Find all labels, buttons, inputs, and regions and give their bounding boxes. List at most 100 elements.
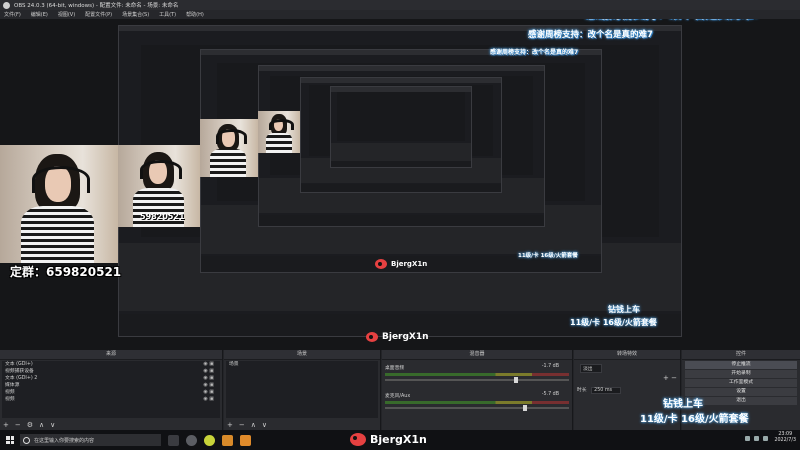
webcam-feed-echo-3 [258, 111, 300, 153]
obs-app-icon[interactable] [186, 434, 197, 446]
add-icon[interactable]: + [3, 421, 9, 429]
scenes-toolbar: + − ∧ ∨ [224, 419, 380, 430]
rocket-overlay-bottom: 11级/卡 16级/火箭套餐 [640, 414, 749, 425]
volume-slider[interactable] [385, 405, 569, 411]
eye-icon[interactable]: ◉ ▣ [203, 389, 214, 396]
duration-label: 时长 [577, 388, 587, 393]
menu-edit[interactable]: 编辑(E) [31, 11, 48, 18]
list-item[interactable]: 文本 (GDI+) 2 ◉ ▣ [2, 375, 220, 382]
duration-input[interactable]: 250 ms [591, 387, 621, 394]
eye-icon[interactable]: ◉ ▣ [203, 382, 214, 389]
volume-icon[interactable] [754, 435, 760, 441]
gear-icon[interactable]: ⚙ [27, 421, 33, 429]
eye-icon[interactable]: ◉ ▣ [203, 396, 214, 403]
weibo-overlay-echo-2: BjergX1n [366, 332, 429, 342]
eye-icon[interactable]: ◉ ▣ [203, 368, 214, 375]
docks-area: 来源 文本 (GDI+) ◉ ▣ 视频捕获设备 ◉ ▣ 文本 (GDI+) 2 ◉ ▣… [0, 350, 800, 430]
sources-toolbar: + − ⚙ ∧ ∨ [0, 419, 222, 430]
studio-mode-button[interactable]: 工作室模式 [685, 379, 797, 387]
add-icon[interactable]: + [227, 421, 233, 429]
menu-view[interactable]: 视图(V) [58, 11, 75, 18]
menu-file[interactable]: 文件(F) [4, 11, 21, 18]
webcam-feed-main [0, 145, 118, 263]
menu-scene-collection[interactable]: 场景集合(S) [122, 11, 149, 18]
channel-name: 桌面音频 [385, 366, 405, 371]
window-title: OBS 24.0.3 (64-bit, windows) - 配置文件: 未命名… [14, 3, 179, 9]
list-item[interactable]: 文本 (GDI+) ◉ ▣ [2, 361, 220, 368]
list-item[interactable]: 媒体源 ◉ ▣ [2, 382, 220, 389]
folder-app-icon[interactable] [240, 434, 251, 446]
eye-icon[interactable]: ◉ ▣ [203, 375, 214, 382]
browser-app-icon[interactable] [204, 434, 215, 446]
scenes-list: 场景 [226, 361, 378, 418]
transition-toolbar: + − [577, 374, 677, 382]
task-view-icon[interactable] [168, 434, 179, 446]
search-icon [23, 436, 30, 444]
weibo-name: BjergX1n [391, 260, 428, 268]
channel-db: -1.7 dB [541, 364, 559, 369]
thanks-overlay-echo-2: 感谢周榜支持：改个名是真的难7 [490, 49, 579, 56]
weibo-icon [366, 332, 378, 342]
move-up-icon[interactable]: ∧ [251, 421, 256, 429]
volume-slider[interactable] [385, 377, 569, 383]
weibo-icon [375, 259, 387, 269]
ime-icon[interactable] [763, 435, 769, 441]
volume-meter [385, 401, 569, 404]
weibo-name: BjergX1n [382, 332, 429, 342]
weibo-icon [350, 433, 366, 446]
list-item[interactable]: 视频 ◉ ▣ [2, 396, 220, 403]
preview-canvas[interactable]: 59820521 感谢周榜支持：改个名是真的难7 感谢周榜支持：改个名是真的难7… [0, 19, 800, 350]
weibo-overlay-echo: BjergX1n [375, 259, 427, 269]
move-up-icon[interactable]: ∧ [39, 421, 44, 429]
qq-group-echo: 59820521 [140, 212, 185, 221]
weibo-overlay-main: BjergX1n [350, 433, 427, 446]
move-down-icon[interactable]: ∨ [50, 421, 55, 429]
obs-logo-icon [3, 1, 10, 9]
thanks-overlay-main: 感谢周榜支持：改个名是真的难7 [585, 19, 761, 22]
list-item[interactable]: 场景 [226, 361, 378, 368]
list-item[interactable]: 视频 ◉ ▣ [2, 389, 220, 396]
list-item[interactable]: 视频捕获设备 ◉ ▣ [2, 368, 220, 375]
window-titlebar: OBS 24.0.3 (64-bit, windows) - 配置文件: 未命名… [0, 0, 800, 10]
scenes-dock: 场景 场景 + − ∧ ∨ [224, 350, 381, 430]
rocket-overlay-top: 钻钱上车 [663, 399, 703, 410]
thanks-overlay-echo-1: 感谢周榜支持：改个名是真的难7 [528, 30, 653, 40]
rocket-overlay-echo-top: 钻钱上车 [608, 305, 640, 314]
windows-start-icon[interactable] [6, 436, 14, 444]
mixer-dock: 混音器 桌面音频 -1.7 dB 麦克风/Aux -5.7 dB [382, 350, 573, 430]
sources-dock: 来源 文本 (GDI+) ◉ ▣ 视频捕获设备 ◉ ▣ 文本 (GDI+) 2 ◉ ▣… [0, 350, 223, 430]
rocket-overlay-echo-bottom: 11级/卡 16级/火箭套餐 [570, 318, 657, 327]
eye-icon[interactable]: ◉ ▣ [203, 361, 214, 368]
sources-list: 文本 (GDI+) ◉ ▣ 视频捕获设备 ◉ ▣ 文本 (GDI+) 2 ◉ ▣ 媒体… [2, 361, 220, 418]
network-icon[interactable] [745, 435, 751, 441]
mixer-channel-desktop: 桌面音频 -1.7 dB [385, 364, 569, 383]
rocket-overlay-echo-small: 11级/卡 16级/火箭套餐 [518, 253, 578, 259]
menu-help[interactable]: 帮助(H) [186, 11, 204, 18]
transitions-dock-title: 转场特效 [574, 350, 680, 360]
volume-meter [385, 373, 569, 376]
menu-tools[interactable]: 工具(T) [159, 11, 176, 18]
search-placeholder: 在这里输入你要搜索的内容 [34, 437, 95, 444]
windows-taskbar: 在这里输入你要搜索的内容 BjergX1n 23:09 2022/7/3 [0, 430, 800, 450]
weibo-name: BjergX1n [370, 433, 427, 446]
move-down-icon[interactable]: ∨ [262, 421, 267, 429]
nested-capture-5 [330, 86, 472, 168]
system-tray: 23:09 2022/7/3 [741, 432, 796, 444]
add-icon[interactable]: + [663, 374, 669, 382]
transition-type-select[interactable]: 淡出 [577, 364, 677, 373]
start-recording-button[interactable]: 开始录制 [685, 370, 797, 378]
remove-icon[interactable]: − [671, 374, 677, 382]
file-app-icon[interactable] [222, 434, 233, 446]
menu-bar: 文件(F) 编辑(E) 视图(V) 配置文件(P) 场景集合(S) 工具(T) … [0, 10, 800, 19]
remove-icon[interactable]: − [239, 421, 245, 429]
stop-streaming-button[interactable]: 停止推流 [685, 361, 797, 369]
remove-icon[interactable]: − [15, 421, 21, 429]
taskbar-search[interactable]: 在这里输入你要搜索的内容 [20, 434, 161, 446]
qq-group-overlay: 定群：659820521 [10, 265, 122, 279]
taskbar-clock[interactable]: 23:09 2022/7/3 [774, 432, 796, 444]
webcam-feed-echo-2 [200, 119, 258, 177]
mixer-dock-title: 混音器 [382, 350, 572, 360]
menu-profile[interactable]: 配置文件(P) [85, 11, 112, 18]
channel-db: -5.7 dB [541, 392, 559, 397]
controls-dock-title: 控件 [682, 350, 800, 360]
